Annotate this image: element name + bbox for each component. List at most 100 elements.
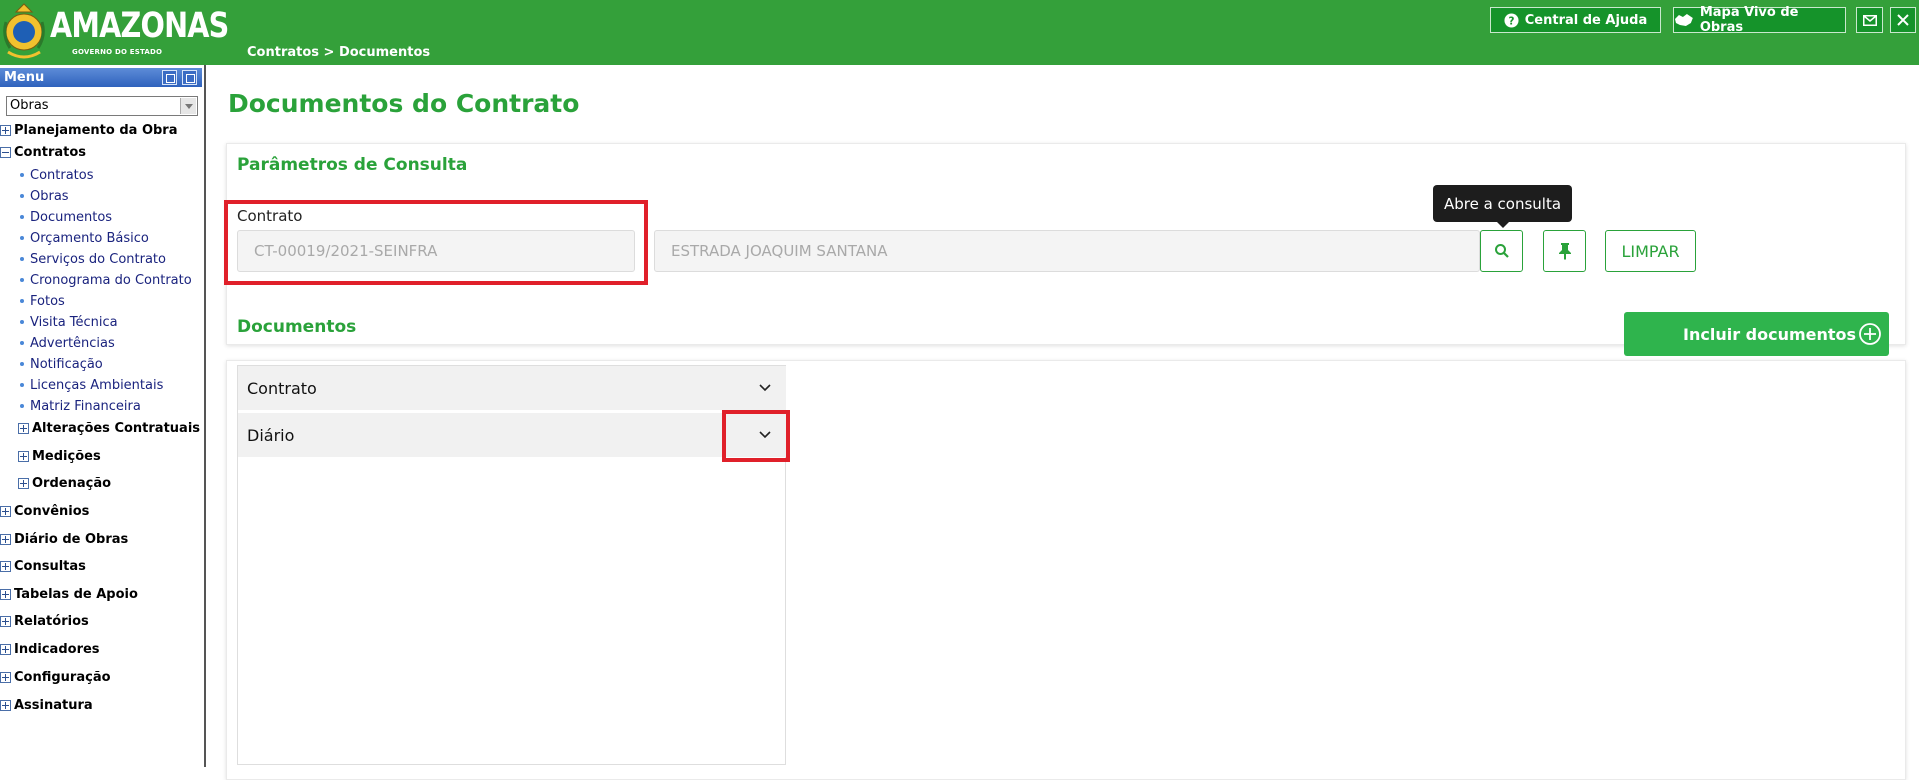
close-button[interactable] (1890, 7, 1916, 33)
expand-icon[interactable] (18, 477, 29, 489)
expand-icon[interactable] (0, 124, 11, 136)
tree-item-consultas[interactable]: Consultas (0, 558, 86, 574)
sidebar-item-matriz[interactable]: Matriz Financeira (20, 398, 141, 414)
clear-button[interactable]: LIMPAR (1605, 230, 1696, 272)
menu-title: Menu (4, 70, 45, 85)
expand-icon[interactable] (0, 560, 11, 572)
menu-restore-icon[interactable] (162, 70, 177, 85)
tree-label: Convênios (14, 503, 90, 519)
params-section-title: Parâmetros de Consulta (237, 155, 468, 175)
contrato-field-label: Contrato (237, 207, 303, 225)
expand-icon[interactable] (18, 422, 29, 434)
accordion-label: Diário (247, 425, 295, 445)
tree-item-contratos[interactable]: Contratos (0, 144, 86, 160)
mail-button[interactable] (1856, 7, 1883, 33)
sidebar-item-licencas[interactable]: Licenças Ambientais (20, 377, 163, 393)
tree-item-diario[interactable]: Diário de Obras (0, 531, 128, 547)
search-button[interactable] (1480, 230, 1523, 272)
sidebar-item-label: Advertências (30, 335, 115, 351)
tree-item-planejamento[interactable]: Planejamento da Obra (0, 122, 178, 138)
tree-label: Configuração (14, 669, 111, 685)
sidebar-item-visita[interactable]: Visita Técnica (20, 314, 118, 330)
bullet-icon (20, 173, 24, 177)
sidebar-item-contratos[interactable]: Contratos (20, 167, 94, 183)
tree-item-tabelas[interactable]: Tabelas de Apoio (0, 586, 138, 602)
contrato-description-input[interactable]: ESTRADA JOAQUIM SANTANA (654, 230, 1480, 272)
sidebar-item-label: Serviços do Contrato (30, 251, 166, 267)
menu-maximize-icon[interactable] (182, 70, 197, 85)
expand-icon[interactable] (18, 450, 29, 462)
chevron-down-icon[interactable] (758, 381, 772, 395)
sidebar-item-label: Licenças Ambientais (30, 377, 164, 393)
sidebar-item-servicos[interactable]: Serviços do Contrato (20, 251, 166, 267)
sidebar-item-advertencias[interactable]: Advertências (20, 335, 115, 351)
tree-item-medicoes[interactable]: Medições (18, 448, 101, 464)
expand-icon[interactable] (0, 643, 11, 655)
sidebar: Menu Obras Planejamento da Obra Contrato… (0, 65, 206, 767)
sidebar-item-cronograma[interactable]: Cronograma do Contrato (20, 272, 192, 288)
tree-label: Ordenação (32, 475, 112, 491)
sidebar-item-label: Orçamento Básico (30, 230, 149, 246)
add-circle-icon (1859, 323, 1881, 345)
sidebar-item-fotos[interactable]: Fotos (20, 293, 65, 309)
chevron-down-icon (180, 98, 196, 114)
top-header: AMAZONAS GOVERNO DO ESTADO Contratos > D… (0, 0, 1919, 65)
expand-icon[interactable] (0, 505, 11, 517)
chevron-down-icon[interactable] (758, 428, 772, 442)
sidebar-item-notificacao[interactable]: Notificação (20, 356, 103, 372)
close-icon (1897, 14, 1909, 26)
live-map-label: Mapa Vivo de Obras (1699, 5, 1799, 35)
search-tooltip: Abre a consulta (1433, 185, 1572, 228)
collapse-icon[interactable] (0, 146, 11, 158)
help-center-button[interactable]: ? Central de Ajuda (1490, 7, 1661, 33)
accordion-item-contrato[interactable]: Contrato (238, 366, 786, 410)
page-title: Documentos do Contrato (228, 89, 580, 118)
tree-item-assinatura[interactable]: Assinatura (0, 697, 93, 713)
tree-item-relatorios[interactable]: Relatórios (0, 613, 89, 629)
tree-item-convenios[interactable]: Convênios (0, 503, 89, 519)
bullet-icon (20, 299, 24, 303)
add-documents-label: Incluir documentos (1683, 324, 1857, 344)
tree-label: Tabelas de Apoio (14, 586, 138, 602)
state-crest-icon (3, 3, 45, 59)
pin-button[interactable] (1543, 230, 1586, 272)
tree-item-indicadores[interactable]: Indicadores (0, 641, 100, 657)
expand-icon[interactable] (0, 533, 11, 545)
accordion-item-diario[interactable]: Diário (238, 413, 786, 457)
contrato-code-input[interactable]: CT-00019/2021-SEINFRA (237, 230, 635, 272)
tree-label: Contratos (14, 144, 87, 160)
tree-label: Diário de Obras (14, 531, 129, 547)
expand-icon[interactable] (0, 588, 11, 600)
expand-icon[interactable] (0, 699, 11, 711)
sidebar-item-obras[interactable]: Obras (20, 188, 69, 204)
documents-section-title: Documentos (237, 317, 357, 337)
bullet-icon (20, 362, 24, 366)
sidebar-item-label: Cronograma do Contrato (30, 272, 192, 288)
documents-accordion: Contrato Diário (237, 365, 786, 765)
live-map-button[interactable]: Mapa Vivo de Obras (1673, 5, 1846, 35)
brand-subtitle: GOVERNO DO ESTADO (72, 48, 163, 56)
bullet-icon (20, 278, 24, 282)
sidebar-item-documentos[interactable]: Documentos (20, 209, 112, 225)
tree-item-alteracoes[interactable]: Alterações Contratuais (18, 420, 200, 436)
tree-item-configuracao[interactable]: Configuração (0, 669, 111, 685)
search-icon (1494, 244, 1509, 258)
bullet-icon (20, 257, 24, 261)
tree-label: Medições (32, 448, 101, 464)
bullet-icon (20, 383, 24, 387)
sidebar-item-label: Fotos (30, 293, 65, 309)
sidebar-item-label: Obras (30, 188, 69, 204)
sidebar-item-label: Notificação (30, 356, 103, 372)
tree-label: Alterações Contratuais (32, 420, 201, 436)
module-select[interactable]: Obras (6, 96, 198, 116)
map-icon (1674, 14, 1693, 26)
expand-icon[interactable] (0, 671, 11, 683)
sidebar-item-orcamento[interactable]: Orçamento Básico (20, 230, 149, 246)
add-documents-button[interactable]: Incluir documentos (1624, 312, 1889, 356)
bullet-icon (20, 320, 24, 324)
help-icon: ? (1504, 12, 1519, 28)
tree-label: Planejamento da Obra (14, 122, 178, 138)
sidebar-item-label: Visita Técnica (30, 314, 118, 330)
expand-icon[interactable] (0, 615, 11, 627)
tree-item-ordenacao[interactable]: Ordenação (18, 475, 111, 491)
